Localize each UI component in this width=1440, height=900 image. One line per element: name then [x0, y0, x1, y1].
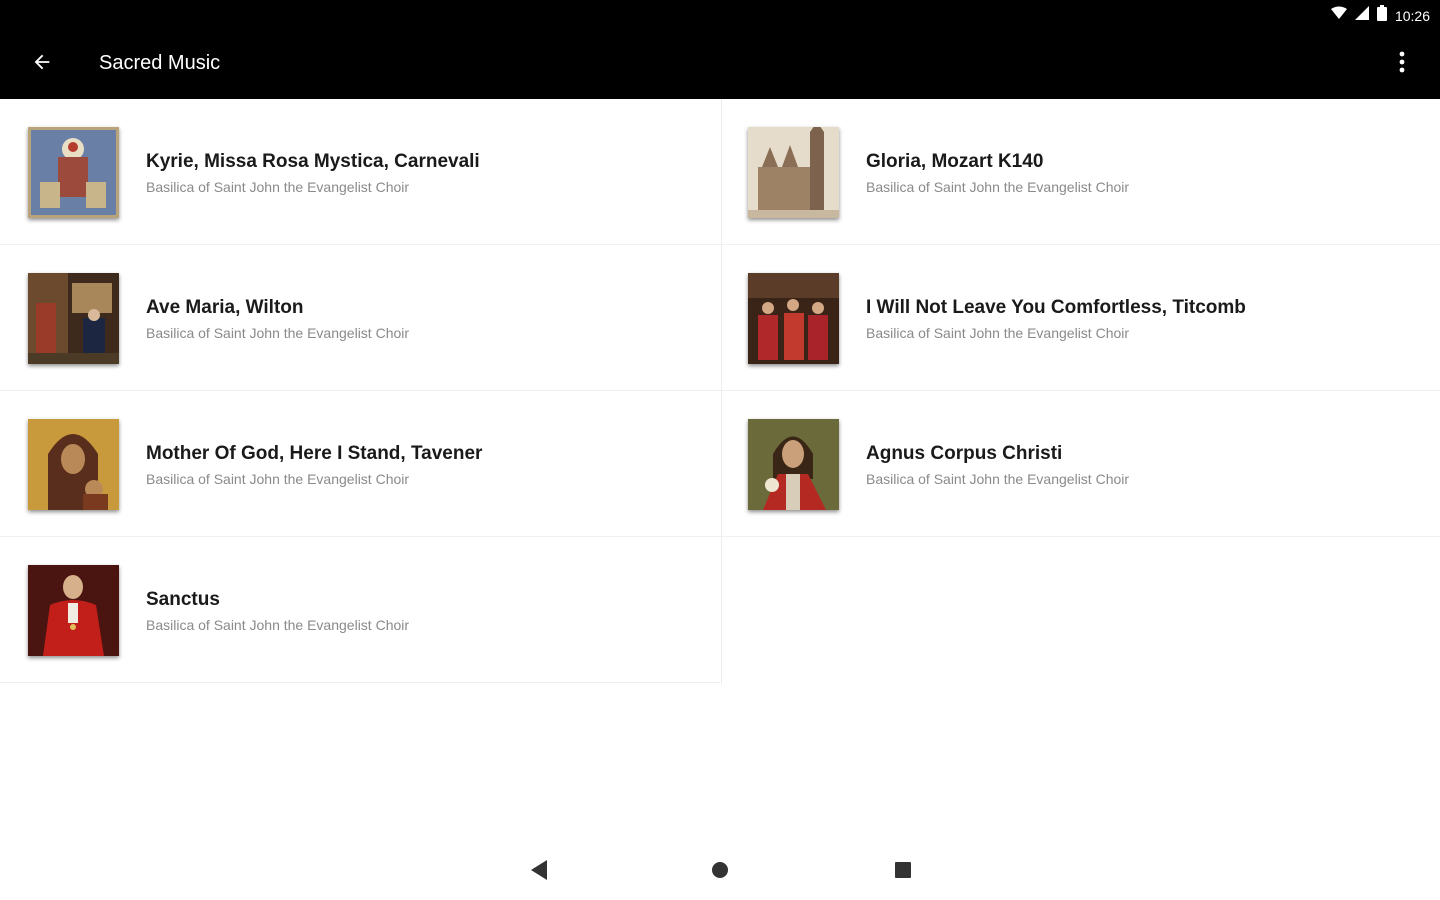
track-item[interactable]: Agnus Corpus Christi Basilica of Saint J…	[720, 391, 1440, 537]
triangle-back-icon	[529, 859, 547, 885]
track-artist: Basilica of Saint John the Evangelist Ch…	[146, 617, 410, 633]
theotokos-icon-art	[28, 419, 119, 510]
cell-signal-icon	[1354, 6, 1369, 25]
nav-home-button[interactable]	[702, 854, 738, 890]
track-artist: Basilica of Saint John the Evangelist Ch…	[866, 471, 1130, 487]
track-title: Gloria, Mozart K140	[866, 151, 1044, 172]
christ-eucharist-art	[748, 419, 839, 510]
app-bar: Sacred Music	[0, 30, 1440, 99]
album-art	[28, 419, 119, 510]
album-art	[28, 565, 119, 656]
track-artist: Basilica of Saint John the Evangelist Ch…	[866, 179, 1130, 195]
madonna-mosaic-art	[28, 127, 119, 218]
annunciation-art	[28, 273, 119, 364]
circle-home-icon	[711, 861, 729, 884]
track-artist: Basilica of Saint John the Evangelist Ch…	[146, 471, 410, 487]
pentecost-art	[748, 273, 839, 364]
status-time: 10:26	[1394, 7, 1430, 24]
track-item[interactable]: I Will Not Leave You Comfortless, Titcom…	[720, 245, 1440, 391]
album-art	[28, 127, 119, 218]
back-button[interactable]	[22, 44, 62, 84]
track-artist: Basilica of Saint John the Evangelist Ch…	[146, 325, 410, 341]
track-title: Ave Maria, Wilton	[146, 297, 304, 318]
arrow-back-icon	[31, 51, 53, 78]
track-title: Kyrie, Missa Rosa Mystica, Carnevali	[146, 151, 480, 172]
track-item[interactable]: Gloria, Mozart K140 Basilica of Saint Jo…	[720, 99, 1440, 245]
status-bar: 10:26	[0, 0, 1440, 30]
battery-icon	[1376, 5, 1387, 26]
nav-back-button[interactable]	[520, 854, 556, 890]
column-divider	[721, 99, 722, 684]
square-recents-icon	[894, 861, 912, 884]
track-item[interactable]: Mother Of God, Here I Stand, Tavener Bas…	[0, 391, 720, 537]
track-title: Mother Of God, Here I Stand, Tavener	[146, 443, 483, 464]
track-item[interactable]: Ave Maria, Wilton Basilica of Saint John…	[0, 245, 720, 391]
album-art	[748, 273, 839, 364]
album-art	[748, 127, 839, 218]
divider	[720, 536, 1440, 537]
more-vert-icon	[1399, 51, 1405, 78]
track-item[interactable]: Kyrie, Missa Rosa Mystica, Carnevali Bas…	[0, 99, 720, 245]
track-artist: Basilica of Saint John the Evangelist Ch…	[146, 179, 410, 195]
status-icons: 10:26	[1330, 5, 1430, 26]
cathedral-art	[748, 127, 839, 218]
overflow-menu-button[interactable]	[1382, 44, 1422, 84]
album-art	[28, 273, 119, 364]
system-nav-bar	[0, 840, 1440, 900]
track-title: Agnus Corpus Christi	[866, 443, 1063, 464]
track-artist: Basilica of Saint John the Evangelist Ch…	[866, 325, 1130, 341]
divider	[0, 682, 720, 683]
cardinal-portrait-art	[28, 565, 119, 656]
track-title: I Will Not Leave You Comfortless, Titcom…	[866, 297, 1246, 318]
track-item[interactable]: Sanctus Basilica of Saint John the Evang…	[0, 537, 720, 683]
album-art	[748, 419, 839, 510]
page-title: Sacred Music	[99, 52, 221, 74]
track-title: Sanctus	[146, 589, 220, 610]
wifi-icon	[1330, 6, 1347, 25]
nav-recents-button[interactable]	[885, 854, 921, 890]
